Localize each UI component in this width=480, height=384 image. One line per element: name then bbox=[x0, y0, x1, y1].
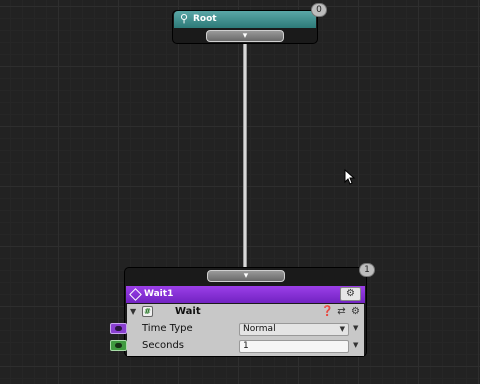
preset-icon[interactable]: ⇄ bbox=[336, 305, 347, 318]
chevron-down-icon: ▾ bbox=[242, 31, 248, 41]
component-title: Wait bbox=[175, 306, 201, 317]
settings-icon[interactable]: ⚙ bbox=[350, 305, 361, 318]
seconds-input[interactable]: 1 bbox=[239, 340, 349, 353]
node-settings-button[interactable]: ⚙ bbox=[340, 287, 361, 301]
help-icon[interactable]: ❓ bbox=[321, 305, 333, 318]
root-node-header[interactable]: ⚲ Root bbox=[174, 11, 316, 28]
component-header[interactable]: ▼ # Wait ❓ ⇄ ⚙ bbox=[127, 304, 364, 320]
root-output-port[interactable]: ▾ bbox=[206, 30, 284, 42]
wait-input-port[interactable]: ▾ bbox=[207, 270, 285, 282]
dropdown-arrow-icon: ▼ bbox=[339, 325, 345, 333]
map-pin-icon: ⚲ bbox=[179, 12, 189, 25]
wait-node-header[interactable]: Wait1 ⚙ bbox=[126, 286, 365, 303]
root-node[interactable]: ⚲ Root ▾ bbox=[172, 10, 318, 44]
time-type-dropdown[interactable]: Normal ▼ bbox=[239, 323, 349, 336]
gear-icon: ⚙ bbox=[346, 288, 355, 299]
wait-node-title: Wait1 bbox=[144, 289, 174, 299]
wait-component-panel: ▼ # Wait ❓ ⇄ ⚙ Time Type Normal ▼ ▼ Seco… bbox=[127, 304, 364, 356]
time-type-label: Time Type bbox=[142, 323, 193, 334]
seconds-menu-arrow-icon[interactable]: ▼ bbox=[353, 339, 358, 352]
seconds-socket[interactable] bbox=[110, 340, 127, 351]
script-icon: # bbox=[142, 306, 153, 317]
seconds-value: 1 bbox=[243, 341, 249, 351]
socket-hole-icon bbox=[115, 326, 122, 331]
wait-node[interactable]: ▾ Wait1 ⚙ ▼ # Wait ❓ ⇄ ⚙ Time Type Norma… bbox=[124, 267, 367, 357]
socket-hole-icon bbox=[115, 343, 122, 348]
root-node-title: Root bbox=[193, 14, 217, 24]
root-node-badge: 0 bbox=[311, 3, 327, 17]
foldout-arrow-icon[interactable]: ▼ bbox=[130, 305, 136, 319]
chevron-down-icon: ▾ bbox=[243, 271, 249, 281]
time-type-socket[interactable] bbox=[110, 323, 127, 334]
wait-node-badge: 1 bbox=[359, 263, 375, 277]
time-type-menu-arrow-icon[interactable]: ▼ bbox=[353, 322, 358, 335]
time-type-value: Normal bbox=[243, 324, 276, 334]
mouse-cursor-icon bbox=[344, 169, 356, 185]
action-diamond-icon bbox=[129, 288, 142, 301]
seconds-label: Seconds bbox=[142, 340, 185, 351]
connection-line[interactable] bbox=[243, 42, 247, 270]
